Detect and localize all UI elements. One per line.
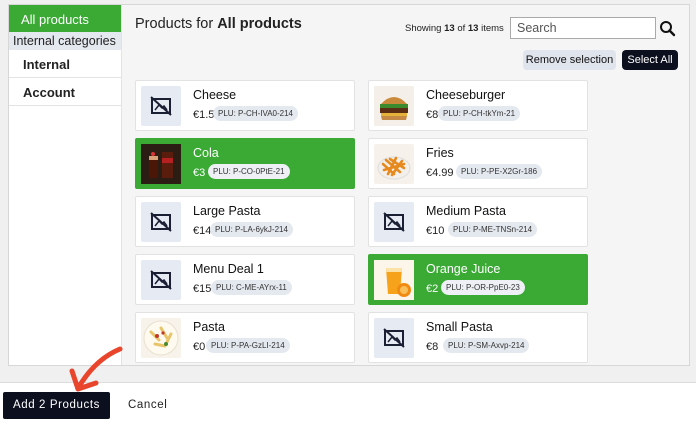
product-price: €0 (193, 341, 206, 353)
page-title: Products for All products (135, 16, 302, 32)
plu-badge: PLU: P-CO-0PtE-21 (208, 164, 290, 179)
select-all-button[interactable]: Select All (622, 50, 678, 70)
product-name: Small Pasta (426, 320, 493, 334)
showing-total: 13 (467, 23, 479, 34)
plu-badge: PLU: P-LA-6ykJ-214 (210, 222, 293, 237)
plu-badge: PLU: P-CH-IVA0-214 (213, 106, 298, 121)
no-image-icon (141, 260, 181, 300)
remove-selection-button[interactable]: Remove selection (523, 50, 616, 70)
no-image-icon (374, 318, 414, 358)
cancel-button[interactable]: Cancel (128, 399, 167, 411)
product-grid: Cheese €1.5 PLU: P-CH-IVA0-214 Cheesebur… (135, 80, 680, 365)
product-price: €8 (426, 341, 439, 353)
sidebar-item-internal[interactable]: Internal (9, 50, 121, 78)
product-name: Cola (193, 146, 219, 160)
burger-photo (374, 86, 414, 126)
product-name: Fries (426, 146, 454, 160)
product-card-cola[interactable]: Cola €3 PLU: P-CO-0PtE-21 (135, 138, 355, 189)
product-name: Menu Deal 1 (193, 262, 264, 276)
no-image-icon (141, 86, 181, 126)
product-name: Large Pasta (193, 204, 261, 218)
plu-badge: PLU: P-PA-GzLI-214 (206, 338, 290, 353)
sidebar-group-internal-categories: Internal categories (9, 32, 121, 50)
plu-badge: PLU: C-ME-AYrx-11 (211, 280, 292, 295)
product-price: €10 (426, 225, 445, 237)
pasta-photo (141, 318, 181, 358)
item-count-text: Showing 13 of 13 items (405, 23, 504, 34)
product-card-pasta[interactable]: Pasta €0 PLU: P-PA-GzLI-214 (135, 312, 355, 363)
showing-suffix: items (481, 23, 504, 34)
no-image-icon (374, 202, 414, 242)
product-price: €15 (193, 283, 212, 295)
product-price: €8 (426, 109, 439, 121)
plu-badge: PLU: P-CH-tkYm-21 (438, 106, 521, 121)
product-card-menu-deal-1[interactable]: Menu Deal 1 €15 PLU: C-ME-AYrx-11 (135, 254, 355, 305)
showing-prefix: Showing (405, 23, 442, 34)
plu-badge: PLU: P-ME-TNSn-214 (448, 222, 538, 237)
product-name: Cheeseburger (426, 88, 506, 102)
title-category: All products (217, 16, 302, 32)
sidebar-item-account[interactable]: Account (9, 78, 121, 106)
search-input[interactable] (510, 17, 656, 39)
plu-badge: PLU: P-PE-X2Gr-186 (456, 164, 543, 179)
product-price: €4.99 (426, 167, 454, 179)
product-price: €1.5 (193, 109, 215, 121)
product-card-small-pasta[interactable]: Small Pasta €8 PLU: P-SM-Axvp-214 (368, 312, 588, 363)
search-icon[interactable] (658, 19, 678, 39)
product-name: Orange Juice (426, 262, 501, 276)
product-price: €3 (193, 167, 206, 179)
orange-juice-photo (374, 260, 414, 300)
product-card-medium-pasta[interactable]: Medium Pasta €10 PLU: P-ME-TNSn-214 (368, 196, 588, 247)
product-name: Pasta (193, 320, 225, 334)
cola-photo (141, 144, 181, 184)
product-card-orange-juice[interactable]: Orange Juice €2 PLU: P-OR-PpE0-23 (368, 254, 588, 305)
showing-of: of (457, 23, 466, 34)
product-price: €14 (193, 225, 212, 237)
plu-badge: PLU: P-SM-Axvp-214 (443, 338, 530, 353)
showing-count: 13 (444, 23, 455, 34)
annotation-arrow-icon (66, 345, 126, 397)
product-picker-panel: All products Internal categories Interna… (8, 4, 690, 366)
title-prefix: Products for (135, 16, 214, 32)
product-name: Cheese (193, 88, 237, 102)
plu-badge: PLU: P-OR-PpE0-23 (441, 280, 525, 295)
product-card-cheese[interactable]: Cheese €1.5 PLU: P-CH-IVA0-214 (135, 80, 355, 131)
sidebar-item-all-products[interactable]: All products (9, 5, 121, 32)
product-price: €2 (426, 283, 439, 295)
fries-photo (374, 144, 414, 184)
product-card-fries[interactable]: Fries €4.99 PLU: P-PE-X2Gr-186 (368, 138, 588, 189)
no-image-icon (141, 202, 181, 242)
product-name: Medium Pasta (426, 204, 506, 218)
product-card-cheeseburger[interactable]: Cheeseburger €8 PLU: P-CH-tkYm-21 (368, 80, 588, 131)
product-list-area: Products for All products Showing 13 of … (123, 5, 689, 365)
product-card-large-pasta[interactable]: Large Pasta €14 PLU: P-LA-6ykJ-214 (135, 196, 355, 247)
category-sidebar: All products Internal categories Interna… (9, 5, 122, 365)
